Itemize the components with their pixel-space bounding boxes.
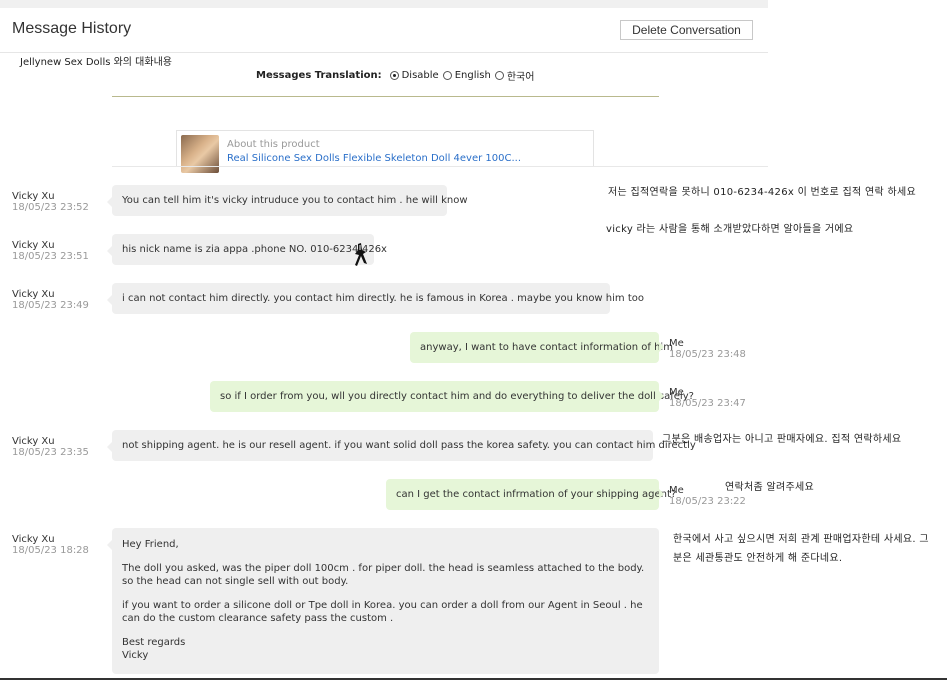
annotation-note: 그분은 배송업자는 아니고 판매자에요. 집적 연락하세요	[662, 434, 902, 445]
radio-korean-label: 한국어	[506, 72, 535, 83]
product-thumbnail[interactable]	[181, 135, 219, 173]
sender-name: Me	[669, 485, 684, 496]
message-sender: Vicky Xu 18/05/23 23:52	[12, 191, 89, 213]
sender-name: Vicky Xu	[12, 534, 55, 545]
top-strip	[0, 0, 768, 8]
message-paragraph: The doll you asked, was the piper doll 1…	[122, 563, 645, 587]
message-bubble-me: so if I order from you, wll you directly…	[210, 381, 694, 412]
radio-english[interactable]: English	[442, 70, 491, 81]
sender-name: Vicky Xu	[12, 191, 55, 202]
annotation-note: 연락처좀 알려주세요	[725, 482, 814, 493]
delete-conversation-button[interactable]: Delete Conversation	[620, 20, 753, 40]
mouse-cursor-icon	[355, 243, 367, 266]
annotation-note: 한국에서 사고 싶으시면 저희 관계 판매업자한테 사세요. 그분은 세관통관도…	[673, 534, 929, 564]
radio-english-circle[interactable]	[442, 71, 452, 80]
message-timestamp: 18/05/23 23:47	[669, 398, 746, 409]
translation-divider	[112, 96, 659, 97]
message-timestamp: 18/05/23 18:28	[12, 545, 89, 556]
radio-disable-label: Disable	[401, 70, 439, 81]
sender-name: Vicky Xu	[12, 289, 55, 300]
radio-english-label: English	[454, 70, 491, 81]
message-bubble: You can tell him it's vicky intruduce yo…	[107, 185, 468, 216]
message-sender: Vicky Xu 18/05/23 23:51	[12, 240, 89, 262]
conversation-subtitle: Jellynew Sex Dolls 와의 대화내용	[20, 57, 172, 68]
message-timestamp: 18/05/23 23:49	[12, 300, 89, 311]
message-paragraph: Hey Friend,	[122, 539, 179, 550]
message-paragraph: Best regards Vicky	[122, 637, 186, 661]
message-sender: Vicky Xu 18/05/23 23:35	[12, 436, 89, 458]
message-timestamp: 18/05/23 23:52	[12, 202, 89, 213]
message-timestamp: 18/05/23 23:51	[12, 251, 89, 262]
message-bubble-me: can I get the contact infrmation of your…	[386, 479, 676, 510]
radio-korean[interactable]: 한국어	[494, 68, 535, 83]
message-timestamp: 18/05/23 23:48	[669, 349, 746, 360]
message-sender: Vicky Xu 18/05/23 18:28	[12, 534, 89, 556]
message-sender: Me 18/05/23 23:48	[669, 338, 746, 360]
product-link[interactable]: Real Silicone Sex Dolls Flexible Skeleto…	[227, 153, 521, 164]
message-bubble: his nick name is zia appa .phone NO. 010…	[107, 234, 387, 265]
sender-name: Me	[669, 338, 684, 349]
page-title: Message History	[12, 20, 132, 37]
product-card[interactable]: About this product Real Silicone Sex Dol…	[176, 130, 594, 173]
annotation-note: vicky 라는 사람을 통해 소개받았다하면 알아들을 거에요	[606, 224, 854, 235]
message-sender: Vicky Xu 18/05/23 23:49	[12, 289, 89, 311]
message-timestamp: 18/05/23 23:22	[669, 496, 746, 507]
annotation-note: 저는 집적연락을 못하니 010-6234-426x 이 번호로 집적 연락 하…	[608, 187, 916, 198]
message-paragraph: if you want to order a silicone doll or …	[122, 600, 643, 624]
message-sender: Me 18/05/23 23:47	[669, 387, 746, 409]
radio-disable[interactable]: Disable	[389, 70, 439, 81]
message-bubble: Hey Friend, The doll you asked, was the …	[107, 528, 659, 674]
message-bubble: not shipping agent. he is our resell age…	[107, 430, 696, 461]
translation-label: Messages Translation:	[256, 70, 382, 81]
message-bubble-me: anyway, I want to have contact informati…	[410, 332, 673, 363]
message-bubble: i can not contact him directly. you cont…	[107, 283, 644, 314]
sender-name: Vicky Xu	[12, 240, 55, 251]
product-about-label: About this product	[227, 139, 320, 150]
sender-name: Me	[669, 387, 684, 398]
message-timestamp: 18/05/23 23:35	[12, 447, 89, 458]
product-divider	[112, 166, 768, 167]
sender-name: Vicky Xu	[12, 436, 55, 447]
translation-options: Messages Translation: Disable English 한국…	[256, 68, 538, 83]
radio-disable-circle[interactable]	[389, 71, 399, 80]
radio-korean-circle[interactable]	[494, 71, 504, 80]
